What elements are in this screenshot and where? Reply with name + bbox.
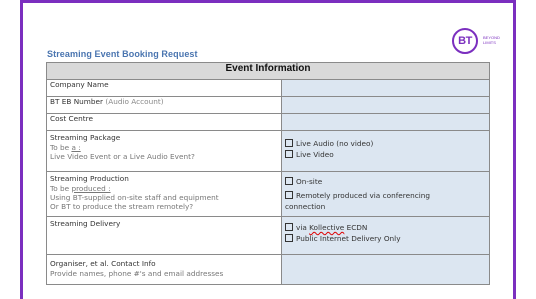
- document-title: Streaming Event Booking Request: [47, 49, 198, 59]
- streaming-production-question-1: Using BT-supplied on-site staff and equi…: [50, 193, 219, 202]
- table-row: Streaming Package To be a : Live Video E…: [46, 130, 490, 172]
- option-kollective-suffix: ECDN: [344, 223, 368, 232]
- streaming-package-line2: To be a :: [50, 143, 278, 152]
- organiser-label-cell: Organiser, et al. Contact Info Provide n…: [46, 254, 282, 285]
- streaming-production-options: On-site Remotely produced via conferenci…: [281, 171, 490, 217]
- event-information-table: Event Information Company Name BT EB Num…: [46, 62, 490, 285]
- option-remote-cont: connection: [285, 202, 326, 211]
- streaming-package-options: Live Audio (no video) Live Video: [281, 130, 490, 172]
- option-live-video[interactable]: Live Video: [285, 149, 486, 160]
- option-live-video-label: Live Video: [296, 150, 334, 159]
- option-on-site-label: On-site: [296, 177, 323, 186]
- table-row: Streaming Delivery via Kollective ECDN P…: [46, 216, 490, 255]
- option-on-site[interactable]: On-site: [285, 176, 486, 187]
- option-kollective-prefix: via: [296, 223, 310, 232]
- section-header: Event Information: [46, 62, 490, 80]
- eb-number-label-cell: BT EB Number (Audio Account): [46, 96, 282, 114]
- option-live-audio-label: Live Audio (no video): [296, 139, 374, 148]
- streaming-package-label-cell: Streaming Package To be a : Live Video E…: [46, 130, 282, 172]
- option-kollective-brand: Kollective: [309, 223, 345, 232]
- streaming-package-link: a :: [71, 143, 81, 152]
- checkbox-icon[interactable]: [285, 177, 293, 185]
- organiser-hint: Provide names, phone #'s and email addre…: [50, 269, 224, 278]
- table-row: BT EB Number (Audio Account): [46, 96, 490, 114]
- eb-number-label: BT EB Number: [50, 97, 104, 106]
- streaming-package-question: Live Video Event or a Live Audio Event?: [50, 152, 195, 161]
- streaming-delivery-label: Streaming Delivery: [46, 216, 282, 255]
- table-row: Organiser, et al. Contact Info Provide n…: [46, 254, 490, 285]
- company-name-field[interactable]: [281, 79, 490, 97]
- eb-number-hint: (Audio Account): [105, 97, 164, 106]
- table-row: Streaming Production To be produced : Us…: [46, 171, 490, 217]
- checkbox-icon[interactable]: [285, 150, 293, 158]
- checkbox-icon[interactable]: [285, 191, 293, 199]
- logo-mark: BT: [458, 35, 472, 47]
- streaming-production-link: produced :: [71, 184, 111, 193]
- streaming-production-label-cell: Streaming Production To be produced : Us…: [46, 171, 282, 217]
- option-public-internet[interactable]: Public Internet Delivery Only: [285, 233, 486, 244]
- checkbox-icon[interactable]: [285, 223, 293, 231]
- option-remote-label: Remotely produced via conferencing: [296, 191, 431, 200]
- streaming-production-label: Streaming Production: [50, 174, 129, 183]
- option-live-audio[interactable]: Live Audio (no video): [285, 138, 486, 149]
- cost-centre-field[interactable]: [281, 113, 490, 131]
- bt-logo-icon: BT: [452, 28, 478, 54]
- streaming-production-question-2: Or BT to produce the stream remotely?: [50, 202, 194, 211]
- cost-centre-label: Cost Centre: [46, 113, 282, 131]
- logo-tagline-2: LIMITS: [483, 40, 496, 45]
- option-public-internet-label: Public Internet Delivery Only: [296, 234, 401, 243]
- option-remote[interactable]: Remotely produced via conferencing: [285, 190, 486, 201]
- table-row: Cost Centre: [46, 113, 490, 131]
- checkbox-icon[interactable]: [285, 139, 293, 147]
- streaming-production-line2: To be produced :: [50, 184, 278, 193]
- organiser-label: Organiser, et al. Contact Info: [50, 259, 156, 268]
- table-row: Company Name: [46, 79, 490, 97]
- checkbox-icon[interactable]: [285, 234, 293, 242]
- company-name-label: Company Name: [46, 79, 282, 97]
- streaming-delivery-options: via Kollective ECDN Public Internet Deli…: [281, 216, 490, 255]
- logo-tagline: BEYOND LIMITS: [483, 35, 500, 45]
- streaming-package-prefix: To be: [50, 143, 72, 152]
- streaming-package-label: Streaming Package: [50, 133, 121, 142]
- eb-number-field[interactable]: [281, 96, 490, 114]
- option-kollective-ecdn[interactable]: via Kollective ECDN: [285, 222, 486, 233]
- streaming-production-prefix: To be: [50, 184, 72, 193]
- organiser-field[interactable]: [281, 254, 490, 285]
